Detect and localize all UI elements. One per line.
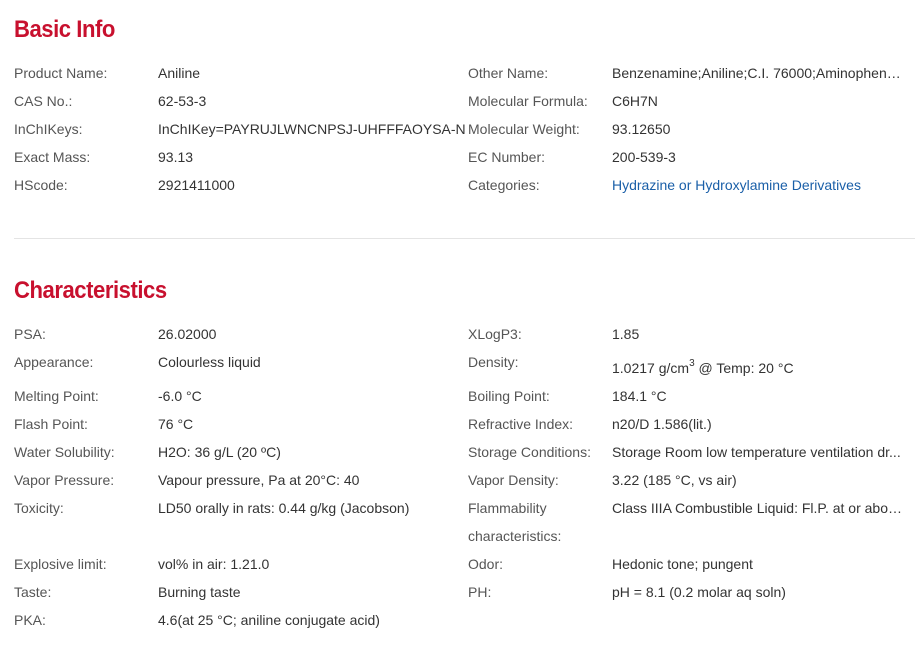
ph-label: PH: <box>468 584 492 600</box>
psa-value: 26.02000 <box>158 326 217 342</box>
toxicity-value: LD50 orally in rats: 0.44 g/kg (Jacobson… <box>158 500 410 516</box>
product-name-value: Aniline <box>158 65 201 81</box>
pka-label: PKA: <box>14 612 46 628</box>
flash-point-label: Flash Point: <box>14 416 88 432</box>
density-value: 1.0217 g/cm3 @ Temp: 20 °C <box>612 358 794 378</box>
melting-point-label: Melting Point: <box>14 388 99 404</box>
ph-value: pH = 8.1 (0.2 molar aq soln) <box>612 584 786 600</box>
vapor-density-value: 3.22 (185 °C, vs air) <box>612 472 737 488</box>
molecular-weight-value: 93.12650 <box>612 121 671 137</box>
explosive-limit-value: vol% in air: 1.21.0 <box>158 556 270 572</box>
storage-conditions-value: Storage Room low temperature ventilation… <box>612 444 901 460</box>
storage-conditions-label: Storage Conditions: <box>468 444 591 460</box>
exact-mass-label: Exact Mass: <box>14 149 91 165</box>
other-name-label: Other Name: <box>468 65 549 81</box>
taste-label: Taste: <box>14 584 52 600</box>
section-divider <box>14 238 915 239</box>
appearance-label: Appearance: <box>14 354 94 370</box>
other-name-value: Benzenamine;Aniline;C.I. 76000;Aminophen… <box>612 65 902 81</box>
toxicity-label: Toxicity: <box>14 500 64 516</box>
hscode-value: 2921411000 <box>158 177 235 193</box>
exact-mass-value: 93.13 <box>158 149 194 165</box>
melting-point-value: -6.0 °C <box>158 388 202 404</box>
density-label: Density: <box>468 354 519 370</box>
vapor-pressure-label: Vapor Pressure: <box>14 472 115 488</box>
flammability-label-line2: characteristics: <box>468 528 562 544</box>
water-solubility-value: H2O: 36 g/L (20 ºC) <box>158 444 281 460</box>
inchikeys-label: InChIKeys: <box>14 121 83 137</box>
xlogp3-label: XLogP3: <box>468 326 522 342</box>
pka-value: 4.6(at 25 °C; aniline conjugate acid) <box>158 612 380 628</box>
molecular-formula-label: Molecular Formula: <box>468 93 588 109</box>
odor-label: Odor: <box>468 556 504 572</box>
appearance-value: Colourless liquid <box>158 354 261 370</box>
xlogp3-value: 1.85 <box>612 326 640 342</box>
product-name-label: Product Name: <box>14 65 108 81</box>
categories-label: Categories: <box>468 177 540 193</box>
taste-value: Burning taste <box>158 584 241 600</box>
molecular-weight-label: Molecular Weight: <box>468 121 580 137</box>
molecular-formula-value: C6H7N <box>612 93 658 109</box>
cas-no-label: CAS No.: <box>14 93 73 109</box>
explosive-limit-label: Explosive limit: <box>14 556 107 572</box>
ec-number-label: EC Number: <box>468 149 546 165</box>
characteristics-title: Characteristics <box>14 277 167 304</box>
categories-link[interactable]: Hydrazine or Hydroxylamine Derivatives <box>612 175 861 195</box>
flammability-label-line1: Flammability <box>468 500 547 516</box>
odor-value: Hedonic tone; pungent <box>612 556 753 572</box>
basic-info-title: Basic Info <box>14 16 115 43</box>
refractive-index-label: Refractive Index: <box>468 416 574 432</box>
psa-label: PSA: <box>14 326 46 342</box>
vapor-density-label: Vapor Density: <box>468 472 559 488</box>
boiling-point-value: 184.1 °C <box>612 388 667 404</box>
hscode-label: HScode: <box>14 177 68 193</box>
flash-point-value: 76 °C <box>158 416 194 432</box>
ec-number-value: 200-539-3 <box>612 149 676 165</box>
cas-no-value: 62-53-3 <box>158 93 207 109</box>
density-value-suffix: @ Temp: 20 °C <box>694 360 794 376</box>
density-value-prefix: 1.0217 g/cm <box>612 360 690 376</box>
flammability-value: Class IIIA Combustible Liquid: Fl.P. at … <box>612 500 903 516</box>
water-solubility-label: Water Solubility: <box>14 444 115 460</box>
density-value-sup: 3 <box>689 358 695 370</box>
inchikeys-value: InChIKey=PAYRUJLWNCNPSJ-UHFFFAOYSA-N <box>158 121 466 137</box>
refractive-index-value: n20/D 1.586(lit.) <box>612 416 712 432</box>
vapor-pressure-value: Vapour pressure, Pa at 20°C: 40 <box>158 472 360 488</box>
boiling-point-label: Boiling Point: <box>468 388 550 404</box>
